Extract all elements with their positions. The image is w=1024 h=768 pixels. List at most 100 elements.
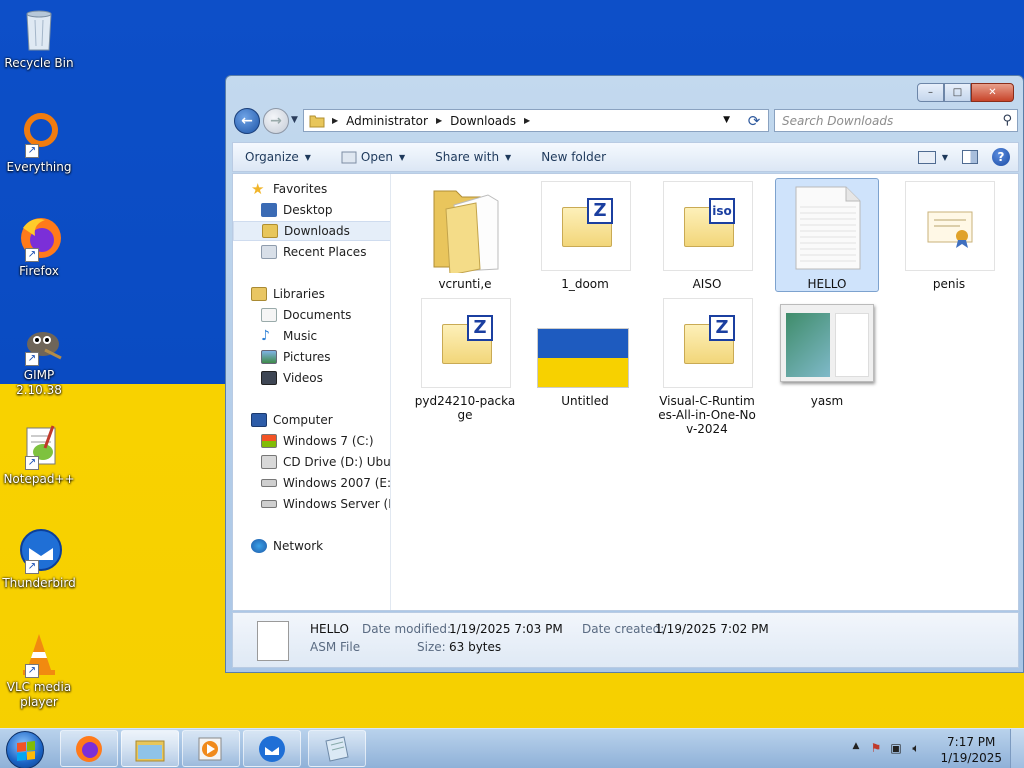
nav-pictures[interactable]: Pictures	[233, 347, 390, 367]
desktop-icon-label: Recycle Bin	[4, 56, 74, 70]
start-button[interactable]	[6, 731, 44, 768]
recycle-bin-icon	[15, 6, 63, 54]
shortcut-arrow-icon: ↗	[25, 352, 39, 366]
recent-pages-dropdown-icon[interactable]: ▼	[291, 115, 298, 125]
clock[interactable]: 7:17 PM 1/19/2025	[940, 734, 1002, 766]
desktop-icon-gimp[interactable]: ↗ GIMP 2.10.38	[2, 318, 76, 398]
desktop-icon-firefox[interactable]: ↗ Firefox	[2, 214, 76, 279]
file-item-pyd24210-package[interactable]: Z pyd24210-package	[413, 295, 517, 422]
minimize-button[interactable]: –	[917, 83, 944, 102]
recent-places-icon	[261, 245, 277, 259]
network-status-icon[interactable]: ▣	[888, 741, 904, 757]
desktop-icon-notepad-plus-plus[interactable]: ↗ Notepad++	[2, 422, 76, 487]
nav-documents[interactable]: Documents	[233, 305, 390, 325]
folder-icon	[433, 190, 499, 273]
zip-archive-icon: Z	[541, 181, 631, 271]
nav-videos[interactable]: Videos	[233, 368, 390, 388]
file-item-1-doom[interactable]: Z 1_doom	[533, 178, 637, 292]
file-name: pyd24210-package	[414, 394, 516, 422]
zip-archive-icon: Z	[421, 298, 511, 388]
file-item-visual-c-runtimes[interactable]: Z Visual-C-Runtimes-All-in-One-Nov-2024	[655, 295, 759, 436]
nav-favorites[interactable]: ★ Favorites	[233, 179, 390, 199]
star-icon: ★	[251, 180, 265, 198]
nav-drive-d[interactable]: CD Drive (D:) Ubuntu	[233, 452, 391, 472]
nav-label: CD Drive (D:) Ubuntu	[283, 455, 391, 469]
change-view-button[interactable]: ▼	[917, 150, 948, 164]
file-item-yasm[interactable]: yasm	[775, 295, 879, 409]
nav-drive-e[interactable]: Windows 2007 (E:)	[233, 473, 390, 493]
thunderbird-icon	[259, 735, 285, 762]
file-item-aiso[interactable]: iso AISO	[655, 178, 759, 292]
help-icon[interactable]: ?	[992, 148, 1010, 166]
nav-label: Windows 7 (C:)	[283, 434, 374, 448]
notepad-icon	[325, 735, 349, 762]
action-center-icon[interactable]: ⚑	[868, 741, 884, 757]
maximize-button[interactable]: □	[944, 83, 971, 102]
address-bar[interactable]: ▶ Administrator ▶ Downloads ▶ ▼	[303, 109, 769, 132]
taskbar-media-player[interactable]	[182, 730, 240, 767]
new-folder-button[interactable]: New folder	[541, 150, 606, 164]
breadcrumb-arrow-icon[interactable]: ▶	[332, 116, 338, 125]
desktop-icon-recycle-bin[interactable]: Recycle Bin	[2, 6, 76, 71]
desktop-icon-label: GIMP 2.10.38	[16, 368, 62, 397]
organize-button[interactable]: Organize ▼	[245, 150, 311, 164]
music-icon: ♪	[261, 328, 270, 344]
file-preview-icon	[257, 621, 289, 661]
firefox-icon: ↗	[15, 214, 63, 262]
taskbar-thunderbird[interactable]	[243, 730, 301, 767]
details-date-created-label: Date created:	[582, 622, 665, 636]
desktop-icon-vlc[interactable]: ↗ VLC media player	[2, 630, 76, 710]
nav-label: Documents	[283, 308, 352, 322]
search-input[interactable]: Search Downloads ⚲	[774, 109, 1018, 132]
refresh-icon[interactable]: ⟳	[739, 109, 769, 132]
search-icon[interactable]: ⚲	[1002, 113, 1012, 128]
shortcut-arrow-icon: ↗	[25, 144, 39, 158]
nav-music[interactable]: ♪ Music	[233, 326, 390, 346]
desktop-icon-thunderbird[interactable]: ↗ Thunderbird	[2, 526, 76, 591]
forward-button[interactable]: →	[263, 108, 289, 134]
documents-icon	[261, 308, 277, 322]
nav-drive-c[interactable]: Windows 7 (C:)	[233, 431, 390, 451]
desktop-icon-label: Firefox	[19, 264, 59, 278]
open-button[interactable]: Open ▼	[341, 150, 405, 164]
address-history-dropdown-icon[interactable]: ▼	[723, 115, 730, 125]
details-pane: HELLO ASM File Date modified: 1/19/2025 …	[232, 612, 1019, 668]
media-player-icon	[198, 737, 222, 760]
volume-icon[interactable]: 🔈︎	[908, 741, 924, 757]
nav-recent-places[interactable]: Recent Places	[233, 242, 390, 262]
show-hidden-icons-icon[interactable]: ▲	[848, 741, 864, 757]
breadcrumb-arrow-icon[interactable]: ▶	[436, 116, 442, 125]
taskbar: ▲ ⚑ ▣ 🔈︎ 7:17 PM 1/19/2025	[0, 728, 1024, 768]
breadcrumb-arrow-icon[interactable]: ▶	[524, 116, 530, 125]
nav-network[interactable]: Network	[233, 536, 390, 556]
nav-libraries[interactable]: Libraries	[233, 284, 390, 304]
nav-computer[interactable]: Computer	[233, 410, 390, 430]
shortcut-arrow-icon: ↗	[25, 456, 39, 470]
nav-downloads[interactable]: Downloads	[233, 221, 390, 241]
file-name: Untitled	[561, 394, 609, 408]
nav-drive-f[interactable]: Windows Server (F:)	[233, 494, 391, 514]
open-icon	[341, 151, 357, 164]
nav-desktop[interactable]: Desktop	[233, 200, 390, 220]
notepad-plus-plus-icon: ↗	[15, 422, 63, 470]
breadcrumb-downloads[interactable]: Downloads	[450, 114, 516, 128]
taskbar-notepad[interactable]	[308, 730, 366, 767]
show-desktop-button[interactable]	[1010, 729, 1024, 768]
file-name: HELLO	[807, 277, 847, 291]
desktop-icon-everything[interactable]: ↗ Everything	[2, 110, 76, 175]
open-label: Open	[360, 150, 393, 164]
file-name: Visual-C-Runtimes-All-in-One-Nov-2024	[658, 394, 756, 436]
close-button[interactable]: ✕	[971, 83, 1014, 102]
file-item-vcrunti[interactable]: vcrunti,e	[413, 178, 517, 292]
file-item-hello[interactable]: HELLO	[775, 178, 879, 292]
nav-label: Windows Server (F:)	[283, 497, 391, 511]
file-item-penis[interactable]: penis	[897, 178, 1001, 292]
taskbar-explorer[interactable]	[121, 730, 179, 767]
taskbar-firefox[interactable]	[60, 730, 118, 767]
share-with-button[interactable]: Share with ▼	[435, 150, 511, 164]
breadcrumb-administrator[interactable]: Administrator	[346, 114, 428, 128]
back-button[interactable]: ←	[234, 108, 260, 134]
preview-pane-icon[interactable]	[962, 150, 978, 164]
firefox-icon	[76, 735, 102, 762]
file-item-untitled[interactable]: Untitled	[533, 295, 637, 409]
